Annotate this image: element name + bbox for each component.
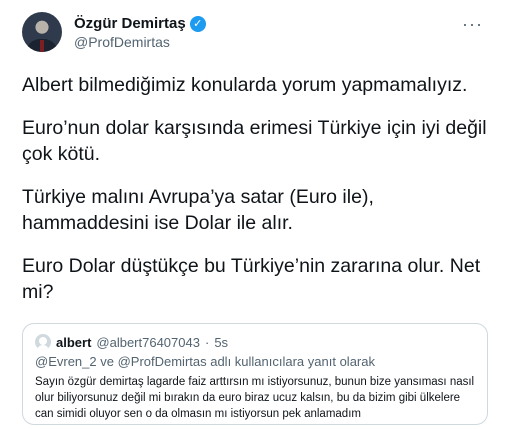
author-handle[interactable]: @ProfDemirtas	[74, 34, 170, 51]
more-options-icon[interactable]: ···	[462, 14, 483, 35]
quoted-tweet-header: albert @albert76407043 · 5s	[35, 334, 228, 350]
quoted-author-name: albert	[56, 334, 92, 350]
tweet-paragraph: Albert bilmediğimiz konularda yorum yapm…	[22, 74, 468, 96]
quoted-author-handle: @albert76407043	[96, 334, 200, 350]
user-avatar-icon	[35, 334, 51, 350]
quoted-reply-context: @Evren_2 ve @ProfDemirtas adlı kullanıcı…	[35, 354, 375, 369]
author-name-row[interactable]: Özgür Demirtaş ✓	[74, 15, 206, 33]
tweet-paragraph: Euro Dolar düştükçe bu Türkiye’nin zarar…	[22, 255, 481, 303]
quoted-separator: ·	[204, 334, 210, 350]
quoted-timestamp: 5s	[214, 334, 229, 350]
tweet-card: Özgür Demirtaş ✓ @ProfDemirtas ··· Alber…	[0, 0, 505, 429]
author-name[interactable]: Özgür Demirtaş	[74, 15, 186, 33]
tweet-paragraph: Euro’nun dolar karşısında erimesi Türkiy…	[22, 117, 487, 165]
avatar-tie	[40, 40, 44, 52]
quoted-tweet[interactable]: albert @albert76407043 · 5s @Evren_2 ve …	[22, 323, 488, 425]
tweet-paragraph: Türkiye malını Avrupa’ya satar (Euro ile…	[22, 186, 374, 234]
author-avatar[interactable]	[22, 12, 62, 52]
quoted-tweet-text: Sayın özgür demirtaş lagarde faiz arttır…	[35, 376, 475, 420]
tweet-text: Albert bilmediğimiz konularda yorum yapm…	[22, 72, 492, 322]
verified-badge-icon: ✓	[189, 16, 206, 32]
